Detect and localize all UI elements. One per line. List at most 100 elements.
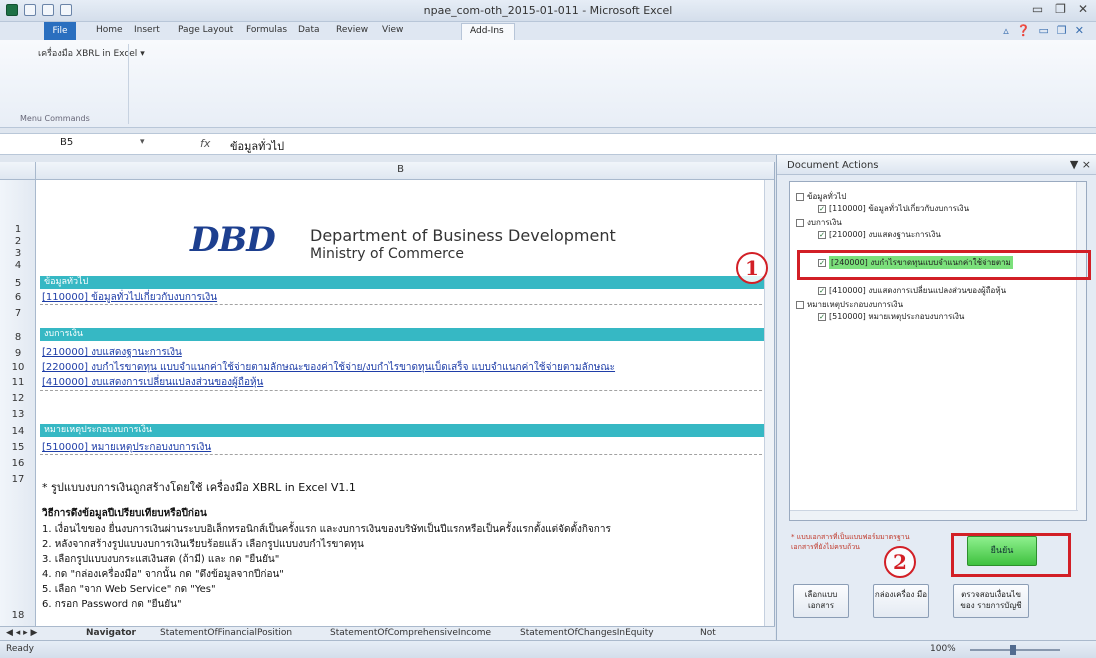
checkbox[interactable]: ✓ [818, 230, 826, 239]
annotation-step1: 1 [736, 252, 768, 284]
tab-add-ins[interactable]: Add-Ins [461, 23, 515, 40]
tab-formulas[interactable]: Formulas [246, 25, 287, 35]
dbd-logo-mark: DBD [190, 220, 276, 260]
formula-input[interactable]: ข้อมูลทั่วไป [230, 137, 284, 155]
row-number[interactable]: 18 [0, 610, 36, 621]
column-header-b[interactable]: B [36, 164, 765, 175]
row-number[interactable]: 13 [0, 409, 36, 420]
tree-node[interactable]: ✓ [410000] งบแสดงการเปลี่ยนแปลงส่วนของผู้… [818, 284, 1006, 297]
sheet-tab-financial-position[interactable]: StatementOfFinancialPosition [160, 628, 292, 638]
row-number[interactable]: 8 [0, 332, 36, 343]
row-divider [40, 390, 767, 391]
link-220000[interactable]: [220000] งบกำไรขาดทุน แบบจำแนกค่าใช้จ่าย… [42, 360, 615, 375]
zoom-slider-knob[interactable] [1010, 645, 1016, 655]
vertical-scrollbar[interactable] [764, 180, 774, 626]
section-band-notes[interactable]: หมายเหตุประกอบงบการเงิน [40, 424, 767, 437]
row-number[interactable]: 15 [0, 442, 36, 453]
row-number[interactable]: 10 [0, 362, 36, 373]
instructions-heading: วิธีการดึงข้อมูลปีเปรียบเทียบหรือปีก่อน [42, 508, 207, 519]
select-document-button[interactable]: เลือกแบบ เอกสาร [793, 584, 849, 618]
check-accounts-button[interactable]: ตรวจสอบเงื่อนไขของ รายการบัญชี [953, 584, 1029, 618]
tree-node[interactable]: ✓ [210000] งบแสดงฐานะการเงิน [818, 228, 941, 241]
sheet-tab-notes[interactable]: Not [700, 628, 716, 638]
tree-node-label: [210000] งบแสดงฐานะการเงิน [829, 230, 941, 239]
help-icon[interactable]: ❓ [1017, 24, 1031, 37]
sheet-tab-comprehensive-income[interactable]: StatementOfComprehensiveIncome [330, 628, 491, 638]
row-number[interactable]: 7 [0, 308, 36, 319]
section-band-financial[interactable]: งบการเงิน [40, 328, 767, 341]
tab-insert[interactable]: Insert [134, 25, 160, 35]
annotation-box-step1 [797, 250, 1091, 280]
ribbon: เครื่องมือ XBRL in Excel ▾ Menu Commands [0, 40, 1096, 128]
row-number[interactable]: 12 [0, 393, 36, 404]
checkbox[interactable] [796, 218, 804, 227]
row-divider [40, 454, 767, 455]
instruction-step: 5. เลือก "จาก Web Service" กด "Yes" [42, 584, 216, 595]
checkbox[interactable]: ✓ [818, 286, 826, 295]
tab-home[interactable]: Home [96, 25, 123, 35]
link-410000[interactable]: [410000] งบแสดงการเปลี่ยนแปลงส่วนของผู้ถ… [42, 375, 263, 390]
row-number[interactable]: 2 [0, 236, 36, 247]
tree-horizontal-scrollbar[interactable] [790, 510, 1078, 520]
sheet-nav-arrows-icon[interactable]: ◀ ◂ ▸ ▶ [6, 628, 37, 638]
template-note: * รูปแบบงบการเงินถูกสร้างโดยใช้ เครื่องม… [42, 481, 356, 494]
row-number[interactable]: 11 [0, 377, 36, 388]
sheet-tab-changes-equity[interactable]: StatementOfChangesInEquity [520, 628, 654, 638]
link-510000[interactable]: [510000] หมายเหตุประกอบงบการเงิน [42, 440, 211, 455]
sheet-tab-navigator[interactable]: Navigator [86, 628, 136, 638]
row-header-column: 1 2 3 4 5 6 7 8 9 10 11 12 13 14 15 16 1… [0, 180, 36, 626]
checkbox[interactable] [796, 192, 804, 201]
tab-file[interactable]: File [44, 22, 76, 40]
window-minimize-icon[interactable]: ▭ [1039, 24, 1049, 37]
checkbox[interactable] [796, 300, 804, 309]
tree-node[interactable]: ✓ [110000] ข้อมูลทั่วไปเกี่ยวกับงบการเงิน [818, 202, 969, 215]
pane-close-icon[interactable]: ▼ × [1070, 158, 1091, 171]
zoom-level[interactable]: 100% [930, 644, 956, 654]
checkbox[interactable]: ✓ [818, 312, 826, 321]
name-box-dropdown-icon[interactable]: ▾ [140, 137, 145, 147]
tree-node[interactable]: ✓ [510000] หมายเหตุประกอบงบการเงิน [818, 310, 964, 323]
tab-data[interactable]: Data [298, 25, 320, 35]
row-number[interactable]: 4 [0, 260, 36, 271]
ribbon-group-label: Menu Commands [20, 114, 90, 123]
window-restore-icon[interactable]: ❐ [1057, 24, 1067, 37]
row-number[interactable]: 1 [0, 224, 36, 235]
instruction-step: 1. เงื่อนไขของ ยื่นงบการเงินผ่านระบบอิเล… [42, 524, 611, 535]
row-number[interactable]: 5 [0, 278, 36, 289]
minimize-icon[interactable]: ▭ [1032, 2, 1043, 16]
checkbox[interactable]: ✓ [818, 204, 826, 213]
tab-view[interactable]: View [382, 25, 403, 35]
link-110000[interactable]: [110000] ข้อมูลทั่วไปเกี่ยวกับงบการเงิน [42, 290, 217, 305]
status-bar: Ready 100% [0, 640, 1096, 658]
formula-bar: B5 ▾ fx ข้อมูลทั่วไป [0, 133, 1096, 155]
tab-review[interactable]: Review [336, 25, 368, 35]
dbd-logo: DBD Department of Business Development M… [190, 212, 670, 272]
ribbon-right-icons: ▵ ❓ ▭ ❐ ✕ [1003, 24, 1084, 37]
link-210000[interactable]: [210000] งบแสดงฐานะการเงิน [42, 345, 182, 360]
column-header-row: B [0, 162, 774, 180]
tree-vertical-scrollbar[interactable] [1076, 182, 1086, 520]
tree-node-label: [110000] ข้อมูลทั่วไปเกี่ยวกับงบการเงิน [829, 204, 970, 213]
restore-icon[interactable]: ❐ [1055, 2, 1066, 16]
row-number[interactable]: 9 [0, 348, 36, 359]
row-number[interactable]: 3 [0, 248, 36, 259]
toolbox-button[interactable]: กล่องเครื่อง มือ [873, 584, 929, 618]
excel-window: npae_com-oth_2015-01-011 - Microsoft Exc… [0, 0, 1096, 658]
window-close-icon[interactable]: ✕ [1075, 24, 1084, 37]
row-divider [40, 304, 767, 305]
document-tree: ข้อมูลทั่วไป ✓ [110000] ข้อมูลทั่วไปเกี่ย… [789, 181, 1087, 521]
title-bar: npae_com-oth_2015-01-011 - Microsoft Exc… [0, 0, 1096, 22]
row-number[interactable]: 14 [0, 426, 36, 437]
row-number[interactable]: 17 [0, 474, 36, 485]
row-number[interactable]: 16 [0, 458, 36, 469]
fx-icon[interactable]: fx [200, 137, 210, 150]
row-number[interactable]: 6 [0, 292, 36, 303]
minimize-ribbon-icon[interactable]: ▵ [1003, 24, 1009, 37]
chevron-down-icon: ▾ [140, 49, 145, 59]
tab-page-layout[interactable]: Page Layout [178, 25, 233, 35]
section-band-general[interactable]: ข้อมูลทั่วไป [40, 276, 767, 289]
name-box[interactable]: B5 [60, 137, 150, 148]
close-icon[interactable]: ✕ [1078, 2, 1088, 16]
instruction-step: 4. กด "กล่องเครื่องมือ" จากนั้น กด "ดึงข… [42, 569, 284, 580]
select-all-corner[interactable] [0, 162, 36, 180]
